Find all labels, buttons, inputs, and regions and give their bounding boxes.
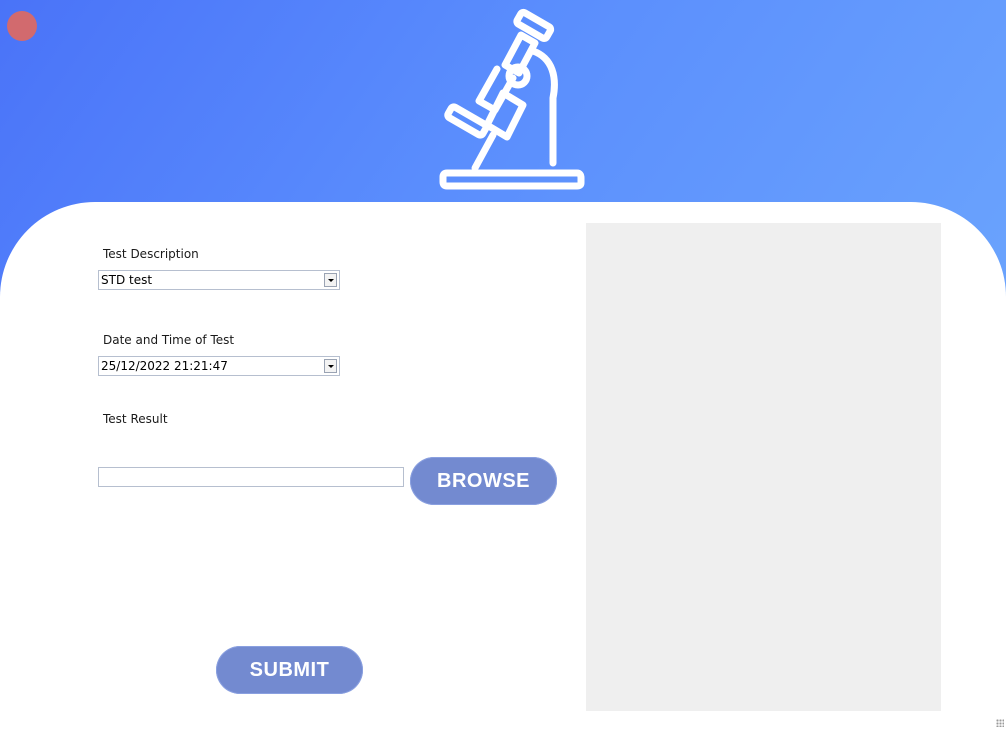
- chevron-down-icon[interactable]: [324, 273, 337, 287]
- close-icon[interactable]: [7, 11, 37, 41]
- submit-button[interactable]: SUBMIT: [216, 646, 363, 694]
- date-time-label: Date and Time of Test: [103, 333, 235, 347]
- resize-grip-icon[interactable]: [996, 719, 1004, 727]
- test-description-dropdown[interactable]: STD test: [98, 270, 340, 290]
- image-preview-panel: [586, 223, 941, 711]
- test-description-label: Test Description: [103, 247, 199, 261]
- test-description-value: STD test: [101, 273, 153, 287]
- microscope-icon: [439, 8, 585, 190]
- date-time-picker[interactable]: 25/12/2022 21:21:47: [98, 356, 340, 376]
- test-result-path-input[interactable]: [98, 467, 404, 487]
- test-result-label: Test Result: [103, 412, 168, 426]
- date-time-value: 25/12/2022 21:21:47: [101, 359, 228, 373]
- browse-button[interactable]: BROWSE: [410, 457, 557, 505]
- chevron-down-icon[interactable]: [324, 359, 337, 373]
